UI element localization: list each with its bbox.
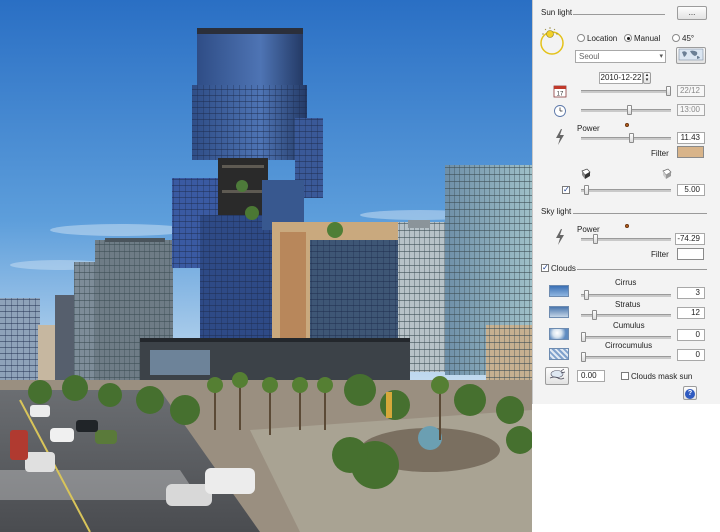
cloud-wind-button[interactable] — [545, 367, 569, 385]
day-slider-track — [581, 90, 671, 93]
clock-icon — [553, 104, 567, 118]
time-slider-thumb[interactable] — [627, 105, 632, 115]
45-degree-radio[interactable] — [672, 34, 680, 42]
svg-text:17: 17 — [557, 92, 564, 98]
city-select-value: Seoul — [579, 52, 600, 61]
calendar-icon: 17 — [553, 84, 567, 98]
cloud-wind-icon — [549, 368, 566, 380]
sun-light-divider — [573, 14, 665, 15]
stratus-thumbnail — [549, 306, 569, 318]
sun-power-slider-track — [581, 137, 671, 140]
sky-power-slider-thumb[interactable] — [593, 234, 598, 244]
clouds-divider — [577, 269, 707, 270]
clouds-mask-sun-label: Clouds mask sun — [631, 372, 693, 381]
date-field[interactable]: 2010-12-22 — [599, 72, 643, 84]
sky-power-slider[interactable] — [581, 234, 671, 244]
stratus-slider[interactable] — [581, 310, 671, 320]
sun-light-title: Sun light — [541, 8, 573, 17]
shadow-slider-track — [581, 189, 671, 192]
world-map-button[interactable] — [676, 47, 706, 64]
cumulus-slider-track — [581, 336, 671, 339]
clouds-checkbox[interactable]: ✓ — [541, 264, 549, 272]
cirrocumulus-field[interactable]: 0 — [677, 349, 705, 361]
sky-power-label: Power — [577, 225, 600, 234]
hard-shadow-icon — [580, 168, 592, 180]
time-slider-track — [581, 109, 671, 112]
sun-filter-color-swatch[interactable] — [677, 146, 704, 158]
cumulus-label: Cumulus — [613, 321, 645, 330]
time-field[interactable]: 13:00 — [677, 104, 705, 116]
shadow-slider[interactable] — [581, 185, 671, 195]
day-field[interactable]: 22/12 — [677, 85, 705, 97]
sun-power-field[interactable]: 11.43 — [677, 132, 705, 144]
stratus-slider-thumb[interactable] — [592, 310, 597, 320]
render-viewport[interactable] — [0, 0, 532, 532]
day-slider-thumb[interactable] — [666, 86, 671, 96]
cloud-wind-field[interactable]: 0.00 — [577, 370, 605, 382]
cumulus-thumbnail — [549, 328, 569, 340]
date-spinner[interactable]: ▴ ▾ — [643, 72, 651, 84]
cumulus-slider[interactable] — [581, 332, 671, 342]
location-radio[interactable] — [577, 34, 585, 42]
stratus-field[interactable]: 12 — [677, 307, 705, 319]
sky-lightning-icon — [555, 228, 565, 246]
sky-power-field[interactable]: -74.29 — [675, 233, 705, 245]
sun-filter-label: Filter — [651, 149, 669, 158]
clouds-title: Clouds — [551, 264, 576, 273]
sun-more-button[interactable]: ... — [677, 6, 707, 20]
cirrus-slider[interactable] — [581, 290, 671, 300]
day-slider[interactable] — [581, 86, 671, 96]
clouds-mask-sun-checkbox[interactable] — [621, 372, 629, 380]
cirrocumulus-slider-track — [581, 356, 671, 359]
sun-power-slider[interactable] — [581, 133, 671, 143]
cirrocumulus-slider[interactable] — [581, 352, 671, 362]
cirrocumulus-label: Cirrocumulus — [605, 341, 653, 350]
cumulus-field[interactable]: 0 — [677, 329, 705, 341]
soft-shadow-icon — [661, 168, 673, 180]
manual-radio-label: Manual — [634, 34, 661, 43]
world-map-icon — [678, 48, 704, 61]
sun-power-slider-thumb[interactable] — [629, 133, 634, 143]
settings-panel: Sun light ... Location Manual 45° Seoul … — [532, 0, 720, 404]
sun-power-keyframe-dot — [625, 123, 629, 127]
sky-filter-label: Filter — [651, 250, 669, 259]
city-select[interactable]: Seoul ▾ — [575, 50, 666, 63]
time-slider[interactable] — [581, 105, 671, 115]
cirrocumulus-slider-thumb[interactable] — [581, 352, 586, 362]
shadow-slider-thumb[interactable] — [584, 185, 589, 195]
city-render-image — [0, 0, 532, 532]
cirrus-slider-track — [581, 294, 671, 297]
cirrus-thumbnail — [549, 285, 569, 297]
shadow-field[interactable]: 5.00 — [677, 184, 705, 196]
location-radio-label: Location — [587, 34, 618, 43]
stratus-label: Stratus — [615, 300, 641, 309]
sky-light-divider — [573, 213, 707, 214]
help-button[interactable]: ? — [683, 386, 697, 400]
sun-power-label: Power — [577, 124, 600, 133]
45-degree-radio-label: 45° — [682, 34, 695, 43]
help-icon: ? — [685, 389, 695, 399]
cirrus-label: Cirrus — [615, 278, 637, 287]
cumulus-slider-thumb[interactable] — [581, 332, 586, 342]
sky-filter-color-swatch[interactable] — [677, 248, 704, 260]
lightning-icon — [555, 128, 565, 146]
shadow-checkbox[interactable]: ✓ — [562, 186, 570, 194]
chevron-down-icon: ▾ — [659, 53, 663, 60]
cirrus-slider-thumb[interactable] — [584, 290, 589, 300]
sun-icon — [538, 26, 566, 56]
sky-power-keyframe-dot — [625, 224, 629, 228]
sky-light-title: Sky light — [541, 207, 572, 216]
cirrus-field[interactable]: 3 — [677, 287, 705, 299]
manual-radio[interactable] — [624, 34, 632, 42]
cirrocumulus-thumbnail — [549, 348, 569, 360]
